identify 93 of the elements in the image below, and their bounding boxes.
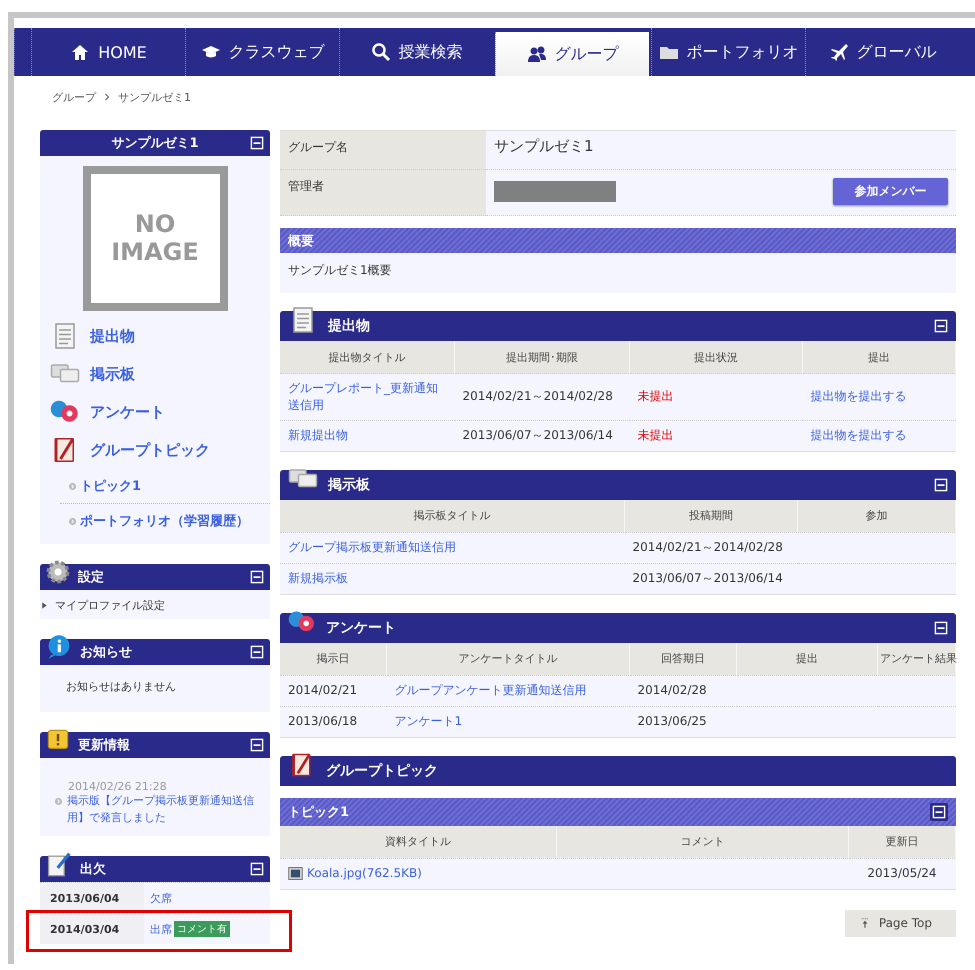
- sidebar-link[interactable]: 掲示板: [40, 355, 270, 393]
- nav-tab[interactable]: グローバル: [805, 28, 959, 76]
- column-header: 投稿期間: [624, 500, 798, 532]
- collapse-icon[interactable]: [250, 862, 264, 876]
- section-title: 概要: [288, 232, 314, 250]
- bullet-icon: [54, 797, 63, 806]
- search-icon: [370, 42, 390, 62]
- table-cell: 2013/06/07～2013/06/14: [624, 563, 798, 594]
- up-arrow-icon: [858, 917, 871, 930]
- panel-title: 設定: [78, 568, 104, 586]
- sidebar-link[interactable]: グループトピック: [40, 431, 270, 469]
- column-header: 参加: [798, 500, 956, 532]
- breadcrumb-link[interactable]: グループ: [52, 90, 96, 104]
- attendance-date: 2013/06/04: [40, 883, 144, 913]
- column-header: アンケート結果: [878, 642, 956, 676]
- triangle-icon: [40, 601, 49, 610]
- section-title: 掲示板: [328, 476, 370, 494]
- members-button[interactable]: 参加メンバー: [833, 178, 948, 205]
- column-header: 提出: [736, 642, 878, 676]
- warning-icon: [46, 728, 70, 752]
- table-cell: 2014/02/28: [630, 675, 736, 706]
- chevron-icon: [102, 92, 112, 102]
- collapse-icon[interactable]: [250, 136, 264, 150]
- nav-tab[interactable]: 授業検索: [339, 28, 493, 76]
- attendance-date: 2014/03/04: [40, 914, 144, 944]
- collapse-icon[interactable]: [250, 645, 264, 659]
- people-icon: [526, 44, 546, 64]
- panel-title: 出欠: [80, 861, 106, 878]
- submit-link[interactable]: 提出物を提出する: [810, 389, 906, 404]
- column-header: 提出: [802, 341, 956, 374]
- column-header: 提出状況: [630, 341, 802, 374]
- collapse-icon[interactable]: [250, 738, 264, 752]
- nav-tab[interactable]: ポートフォリオ: [651, 28, 805, 76]
- update-time: 2014/02/26 21:28: [67, 780, 168, 793]
- page-top-button[interactable]: Page Top: [844, 910, 956, 937]
- column-header: コメント: [556, 826, 848, 858]
- bullet-icon: [68, 482, 77, 490]
- table-cell: 2013/06/25: [630, 706, 736, 738]
- column-header: 提出期間･期限: [454, 341, 630, 374]
- table-cell: 2013/05/24: [848, 858, 956, 890]
- sidebar-link[interactable]: 提出物: [40, 317, 270, 355]
- attendance-status[interactable]: 出席: [150, 922, 172, 936]
- collapse-icon[interactable]: [934, 620, 948, 635]
- info-icon: [46, 634, 72, 660]
- survey-link[interactable]: アンケート1: [394, 714, 462, 728]
- table-cell: 2013/06/07～2013/06/14: [454, 420, 630, 452]
- column-header: アンケートタイトル: [386, 642, 630, 676]
- nav-tab[interactable]: クラスウェブ: [185, 28, 339, 76]
- sidebar-sublink[interactable]: ポートフォリオ（学習履歴）: [60, 503, 270, 538]
- collapse-icon[interactable]: [934, 478, 948, 492]
- panel-title: お知らせ: [80, 644, 132, 661]
- collapse-icon[interactable]: [250, 570, 264, 584]
- bullet-icon: [68, 516, 77, 526]
- group-name: サンプルゼミ1: [494, 137, 594, 155]
- board-link[interactable]: 新規掲示板: [288, 571, 348, 586]
- field-label: グループ名: [280, 130, 486, 170]
- status-cell: 未提出: [630, 374, 802, 420]
- section-title: アンケート: [326, 618, 396, 637]
- section-title: 提出物: [328, 317, 370, 335]
- column-header: 提出物タイトル: [280, 341, 454, 374]
- comment-tag: コメント有: [174, 921, 230, 937]
- breadcrumb-current: サンプルゼミ1: [118, 90, 191, 104]
- nav-tab[interactable]: HOME: [31, 28, 185, 76]
- column-header: 掲示日: [280, 642, 386, 676]
- column-header: 回答期日: [630, 642, 736, 676]
- pencil-note-icon: [46, 851, 72, 877]
- table-cell: 2014/02/21～2014/02/28: [624, 532, 798, 564]
- table-cell: 2013/06/18: [280, 706, 386, 738]
- table-cell: 2014/02/21～2014/02/28: [454, 374, 630, 420]
- panel-title: サンプルゼミ1: [111, 134, 199, 152]
- overview-text: サンプルゼミ1概要: [280, 253, 956, 293]
- table-cell: 2014/02/21: [280, 675, 386, 706]
- field-label: 管理者: [280, 170, 486, 216]
- nav-tab[interactable]: グループ: [495, 32, 649, 76]
- update-link[interactable]: 掲示版【グループ掲示板更新通知送信用】で発言しました: [67, 793, 260, 826]
- status-cell: 未提出: [630, 420, 802, 452]
- placeholder-text: NO IMAGE: [110, 210, 200, 266]
- section-title: グループトピック: [326, 762, 438, 780]
- sidebar-sublink[interactable]: トピック1: [68, 469, 270, 503]
- collapse-icon[interactable]: [932, 804, 946, 819]
- attendance-status[interactable]: 欠席: [150, 890, 172, 906]
- image-file-icon: [288, 866, 303, 882]
- column-header: 掲示板タイトル: [280, 500, 624, 532]
- notice-message: お知らせはありません: [66, 679, 177, 694]
- panel-title: 更新情報: [78, 736, 130, 754]
- collapse-icon[interactable]: [934, 319, 948, 333]
- column-header: 資料タイトル: [280, 826, 556, 858]
- home-icon: [70, 42, 90, 62]
- gear-icon: [46, 560, 70, 584]
- airplane-icon: [828, 42, 848, 62]
- sidebar-link[interactable]: アンケート: [40, 393, 270, 431]
- topic-title: トピック1: [288, 804, 350, 821]
- column-header: 更新日: [848, 826, 956, 858]
